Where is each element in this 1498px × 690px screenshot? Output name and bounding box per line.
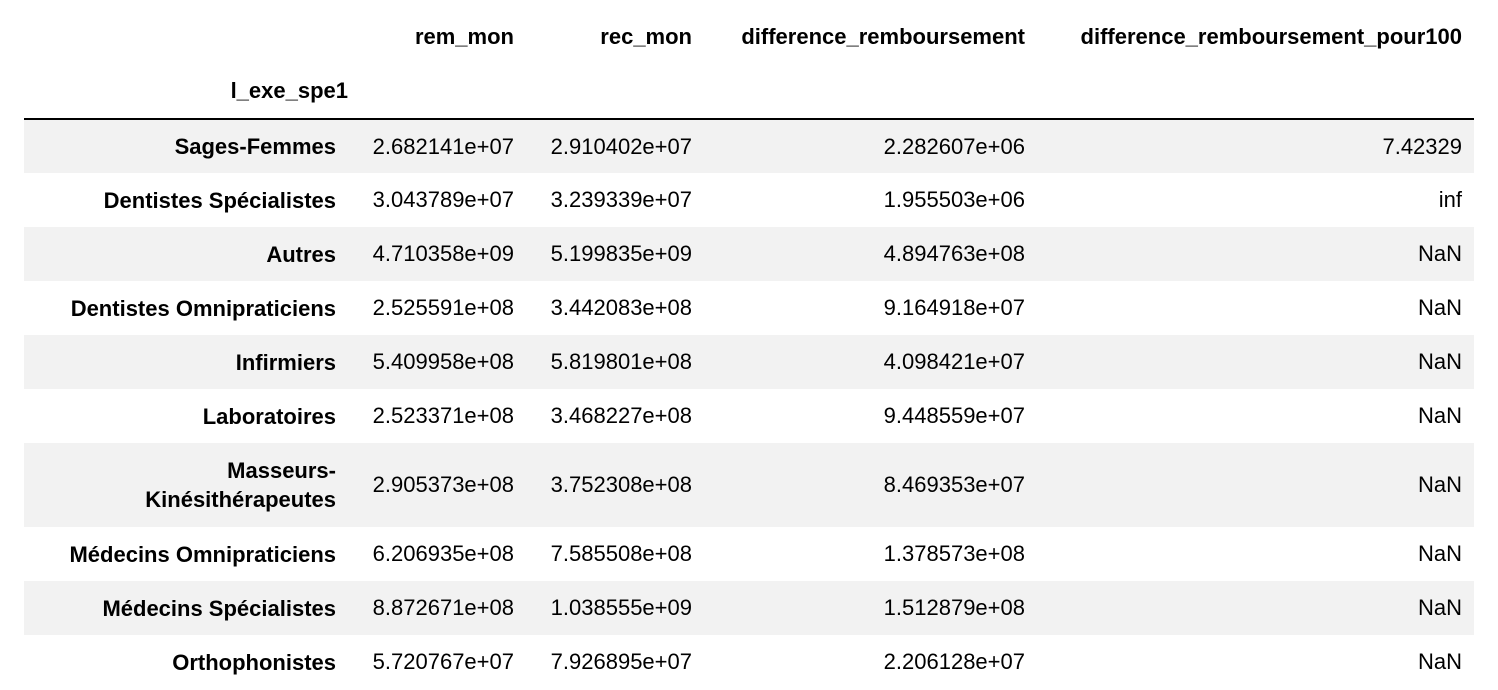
row-label: Masseurs- Kinésithérapeutes xyxy=(24,443,348,527)
cell-difference-remboursement-pour100: NaN xyxy=(1417,295,1462,320)
cell-rem-mon: 2.523371e+08 xyxy=(372,403,514,428)
cell-difference-remboursement-pour100: NaN xyxy=(1417,595,1462,620)
cell-rec-mon: 3.752308e+08 xyxy=(550,472,692,497)
row-label: Médecins Omnipraticiens xyxy=(69,541,336,567)
table-body: Sages-Femmes 2.682141e+07 2.910402e+07 2… xyxy=(24,119,1474,689)
row-label: Dentistes Omnipraticiens xyxy=(70,295,336,321)
cell-difference-remboursement: 9.448559e+07 xyxy=(883,403,1025,428)
table-row: Sages-Femmes 2.682141e+07 2.910402e+07 2… xyxy=(24,119,1474,173)
cell-difference-remboursement: 1.512879e+08 xyxy=(883,595,1025,620)
table-row: Médecins Spécialistes 8.872671e+08 1.038… xyxy=(24,581,1474,635)
header-blank-cell xyxy=(24,10,348,64)
cell-difference-remboursement-pour100: NaN xyxy=(1417,541,1462,566)
cell-rem-mon: 4.710358e+09 xyxy=(372,241,514,266)
column-header-row: rem_mon rec_mon difference_remboursement… xyxy=(24,10,1474,64)
cell-difference-remboursement: 9.164918e+07 xyxy=(883,295,1025,320)
cell-rem-mon: 3.043789e+07 xyxy=(372,187,514,212)
table-row: Orthophonistes 5.720767e+07 7.926895e+07… xyxy=(24,635,1474,689)
cell-difference-remboursement: 1.955503e+06 xyxy=(883,187,1025,212)
index-row-blank-cell xyxy=(348,64,526,120)
row-label: Orthophonistes xyxy=(172,649,336,675)
cell-difference-remboursement-pour100: NaN xyxy=(1417,241,1462,266)
table-row: Autres 4.710358e+09 5.199835e+09 4.89476… xyxy=(24,227,1474,281)
row-label: Dentistes Spécialistes xyxy=(103,187,336,213)
cell-difference-remboursement-pour100: 7.42329 xyxy=(1382,133,1462,159)
row-label: Sages-Femmes xyxy=(174,134,336,159)
cell-difference-remboursement: 1.378573e+08 xyxy=(883,541,1025,566)
cell-difference-remboursement: 4.894763e+08 xyxy=(883,241,1025,266)
cell-rem-mon: 8.872671e+08 xyxy=(372,595,514,620)
cell-difference-remboursement-pour100: NaN xyxy=(1417,403,1462,428)
table-row: Dentistes Omnipraticiens 2.525591e+08 3.… xyxy=(24,281,1474,335)
cell-difference-remboursement: 8.469353e+07 xyxy=(883,472,1025,497)
index-row-blank-cell xyxy=(1037,64,1474,120)
row-label: Médecins Spécialistes xyxy=(102,595,336,621)
column-header-difference-remboursement-pour100: difference_remboursement_pour100 xyxy=(1080,24,1462,49)
cell-difference-remboursement-pour100: NaN xyxy=(1417,472,1462,497)
column-header-difference-remboursement: difference_remboursement xyxy=(741,24,1025,49)
cell-rec-mon: 5.199835e+09 xyxy=(550,241,692,266)
cell-rem-mon: 2.525591e+08 xyxy=(372,295,514,320)
cell-difference-remboursement: 4.098421e+07 xyxy=(883,349,1025,374)
row-label-line: Masseurs- xyxy=(227,458,336,483)
table-row: Infirmiers 5.409958e+08 5.819801e+08 4.0… xyxy=(24,335,1474,389)
cell-rec-mon: 2.910402e+07 xyxy=(550,133,692,159)
cell-rec-mon: 7.585508e+08 xyxy=(550,541,692,566)
cell-difference-remboursement: 2.206128e+07 xyxy=(883,649,1025,674)
column-header-rem-mon: rem_mon xyxy=(414,24,514,49)
cell-difference-remboursement-pour100: NaN xyxy=(1417,649,1462,674)
table-row: Laboratoires 2.523371e+08 3.468227e+08 9… xyxy=(24,389,1474,443)
index-row-blank-cell xyxy=(526,64,704,120)
cell-rem-mon: 5.409958e+08 xyxy=(372,349,514,374)
cell-rem-mon: 6.206935e+08 xyxy=(372,541,514,566)
cell-rec-mon: 3.239339e+07 xyxy=(550,187,692,212)
table-row: Médecins Omnipraticiens 6.206935e+08 7.5… xyxy=(24,527,1474,581)
row-label: Autres xyxy=(266,241,336,267)
cell-rec-mon: 3.468227e+08 xyxy=(550,403,692,428)
index-row-blank-cell xyxy=(704,64,1037,120)
cell-rem-mon: 5.720767e+07 xyxy=(372,649,514,674)
index-name: l_exe_spe1 xyxy=(24,64,348,120)
table-row: Dentistes Spécialistes 3.043789e+07 3.23… xyxy=(24,173,1474,227)
cell-rec-mon: 7.926895e+07 xyxy=(550,649,692,674)
column-header-rec-mon: rec_mon xyxy=(600,24,692,49)
cell-difference-remboursement-pour100: inf xyxy=(1438,187,1462,212)
row-label: Infirmiers xyxy=(235,349,336,375)
cell-difference-remboursement: 2.282607e+06 xyxy=(883,133,1025,159)
table-row: Masseurs- Kinésithérapeutes 2.905373e+08 … xyxy=(24,443,1474,527)
table-header: rem_mon rec_mon difference_remboursement… xyxy=(24,10,1474,120)
cell-rec-mon: 5.819801e+08 xyxy=(550,349,692,374)
cell-rec-mon: 3.442083e+08 xyxy=(550,295,692,320)
dataframe-table: rem_mon rec_mon difference_remboursement… xyxy=(24,10,1474,689)
cell-difference-remboursement-pour100: NaN xyxy=(1417,349,1462,374)
cell-rem-mon: 2.905373e+08 xyxy=(372,472,514,497)
row-label-line: Kinésithérapeutes xyxy=(145,487,336,512)
cell-rem-mon: 2.682141e+07 xyxy=(372,133,514,159)
row-label: Laboratoires xyxy=(202,403,336,429)
cell-rec-mon: 1.038555e+09 xyxy=(550,595,692,620)
index-name-row: l_exe_spe1 xyxy=(24,64,1474,120)
